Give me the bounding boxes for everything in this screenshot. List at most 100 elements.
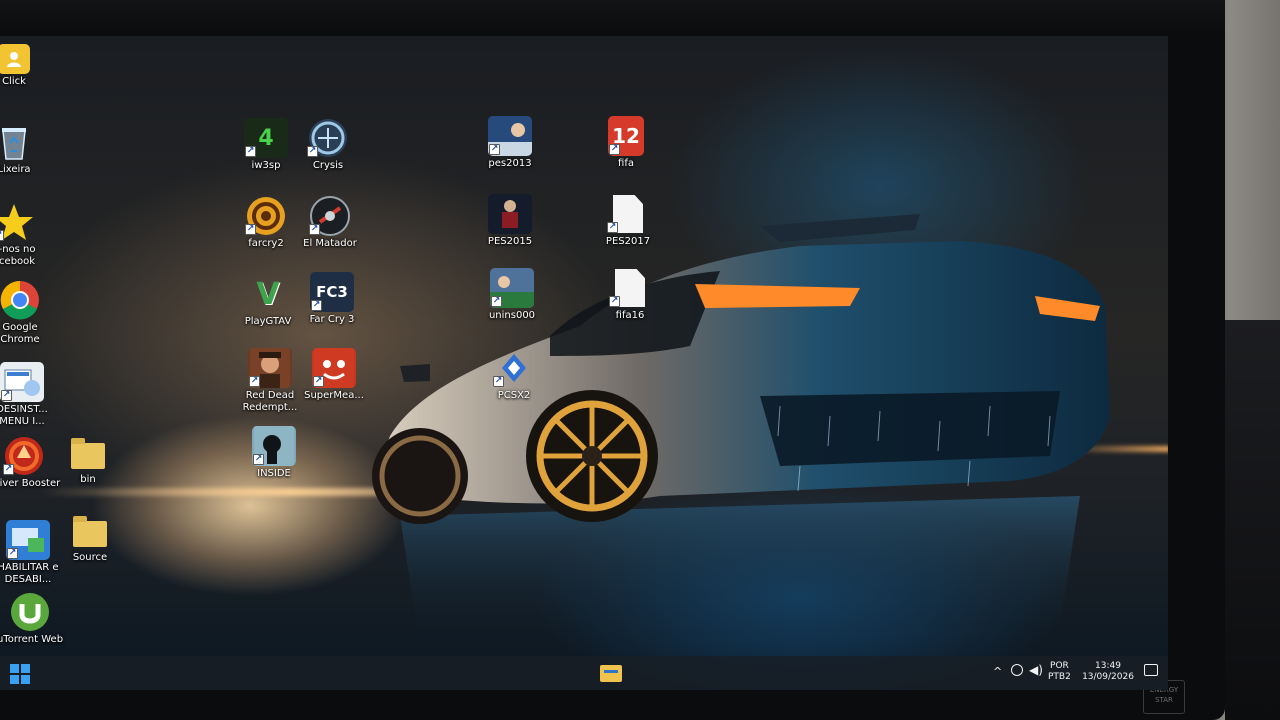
input-language-indicator[interactable]: POR PTB2 — [1048, 661, 1071, 683]
shortcut-arrow-icon: ↗ — [311, 300, 322, 311]
desktop-icon-label: pes2013 — [488, 158, 532, 169]
desktop-icon-label: uTorrent Web — [0, 634, 64, 645]
shortcut-arrow-icon: ↗ — [491, 296, 502, 307]
windows-logo-icon — [10, 664, 19, 673]
blank-file-icon: ↗ — [608, 268, 652, 308]
super-meat-boy-icon: ↗ — [312, 348, 356, 388]
el-matador-icon: ↗ — [308, 196, 352, 236]
desktop-icon-label: Click — [2, 76, 26, 87]
pes2015-icon — [488, 194, 532, 234]
clock[interactable]: 13:49 13/09/2026 — [1078, 661, 1138, 683]
desktop-screen: Click Lixeira ↗ a-nos no acebook Google … — [0, 36, 1168, 690]
uninstall-menu-icon: ↗ — [0, 362, 44, 402]
desktop-icon-fifa[interactable]: 12 ↗ fifa — [588, 116, 664, 170]
desktop-icon-label: unins000 — [488, 310, 536, 321]
shortcut-arrow-icon: ↗ — [1, 390, 12, 401]
shortcut-arrow-icon: ↗ — [245, 224, 256, 235]
desktop-icon-pes2017[interactable]: ↗ PES2017 — [590, 194, 666, 248]
desktop-icon-label: El Matador — [303, 238, 357, 249]
pes2013-icon: ↗ — [488, 116, 532, 156]
clock-date: 13/09/2026 — [1082, 672, 1134, 682]
inside-icon: ↗ — [252, 426, 296, 466]
folder-icon — [68, 510, 112, 550]
desktop-icon-pes2015[interactable]: PES2015 — [472, 194, 548, 248]
desktop-icon-desinstalar-menu[interactable]: ↗ DESINST... MENU I... — [0, 362, 60, 428]
network-globe-icon[interactable] — [1011, 664, 1023, 676]
desktop-icon-super-meat-boy[interactable]: ↗ SuperMea... — [296, 348, 372, 402]
desktop-icon-facebook-link[interactable]: ↗ a-nos no acebook — [0, 202, 52, 268]
desktop-icon-label: PCSX2 — [497, 390, 531, 401]
volume-icon[interactable]: ◀) — [1029, 663, 1043, 677]
desktop-icon-label: PES2017 — [605, 236, 651, 247]
shortcut-arrow-icon: ↗ — [3, 464, 14, 475]
desktop-icon-pes2013[interactable]: ↗ pes2013 — [472, 116, 548, 170]
enable-disable-icon: ↗ — [6, 520, 50, 560]
taskbar: ^ ◀) POR PTB2 13:49 13/09/2026 — [0, 656, 1168, 690]
desktop-icon-click[interactable]: Click — [0, 44, 52, 88]
desktop-icon-el-matador[interactable]: ↗ El Matador — [292, 196, 368, 250]
desktop-icon-fifa16[interactable]: ↗ fifa16 — [592, 268, 668, 322]
desktop-icon-bin[interactable]: bin — [50, 432, 126, 486]
farcry2-icon: ↗ — [244, 196, 288, 236]
user-folder-icon — [0, 44, 30, 74]
desktop-icon-label: a-nos no acebook — [0, 244, 36, 267]
desktop-icon-source[interactable]: Source — [52, 510, 128, 564]
crysis-icon: ↗ — [306, 118, 350, 158]
file-explorer-taskbar-icon[interactable] — [600, 665, 622, 682]
shortcut-arrow-icon: ↗ — [607, 222, 618, 233]
uninstaller-icon: ↗ — [490, 268, 534, 308]
desktop-icon-inside[interactable]: ↗ INSIDE — [236, 426, 312, 480]
cod4-icon: 4 ↗ — [244, 118, 288, 158]
desktop-icon-label: fifa — [618, 158, 634, 169]
desktop-icon-lixeira[interactable]: Lixeira — [0, 122, 52, 176]
recycle-bin-icon — [0, 122, 29, 162]
desktop-icon-pcsx2[interactable]: ↗ PCSX2 — [476, 348, 552, 402]
desktop-icon-label: Google Chrome — [0, 322, 40, 345]
desktop-icon-label: PES2015 — [487, 236, 533, 247]
desktop-icon-crysis[interactable]: ↗ Crysis — [290, 118, 366, 172]
monitor-bezel-top — [0, 0, 1225, 34]
desktop-icon-utorrent-web[interactable]: uTorrent Web — [0, 592, 68, 646]
desktop-icon-label: Source — [72, 552, 108, 563]
desktop-icon-label: bin — [80, 474, 96, 485]
folder-icon — [66, 432, 110, 472]
shortcut-arrow-icon: ↗ — [245, 146, 256, 157]
shortcut-arrow-icon: ↗ — [249, 376, 260, 387]
utorrent-icon — [8, 592, 52, 632]
desktop-icon-label: fifa16 — [615, 310, 645, 321]
language-code: POR — [1050, 661, 1069, 671]
desktop-icon-label: Lixeira — [0, 164, 31, 175]
driver-booster-icon: ↗ — [2, 436, 46, 476]
desktop-icon-label: HABILITAR e DESABI... — [0, 562, 59, 585]
desktop-icon-label: Crysis — [312, 160, 344, 171]
shortcut-arrow-icon: ↗ — [489, 144, 500, 155]
shortcut-arrow-icon: ↗ — [609, 144, 620, 155]
blank-file-icon: ↗ — [606, 194, 650, 234]
desktop-icon-label: INSIDE — [257, 468, 291, 479]
gta-v-icon: V — [256, 276, 280, 312]
desktop-icon-label: Far Cry 3 — [309, 314, 355, 325]
star-icon: ↗ — [0, 202, 36, 242]
shortcut-arrow-icon: ↗ — [609, 296, 620, 307]
desktop-icon-label: DESINST... MENU I... — [0, 404, 48, 427]
desktop-icon-label: SuperMea... — [304, 390, 364, 401]
chevron-up-icon[interactable]: ^ — [993, 665, 1002, 678]
desktop-icon-unins000[interactable]: ↗ unins000 — [474, 268, 550, 322]
chrome-icon — [0, 280, 42, 320]
clock-time: 13:49 — [1095, 661, 1121, 671]
start-button[interactable] — [10, 664, 30, 684]
shortcut-arrow-icon: ↗ — [313, 376, 324, 387]
shortcut-arrow-icon: ↗ — [307, 146, 318, 157]
pcsx2-icon: ↗ — [492, 348, 536, 388]
red-dead-icon: ↗ — [248, 348, 292, 388]
shortcut-arrow-icon: ↗ — [493, 376, 504, 387]
shortcut-arrow-icon: ↗ — [7, 548, 18, 559]
monitor-stand — [1225, 320, 1280, 720]
shortcut-arrow-icon: ↗ — [309, 224, 320, 235]
shortcut-arrow-icon: ↗ — [0, 230, 4, 241]
keyboard-layout: PTB2 — [1048, 672, 1071, 682]
notification-icon[interactable] — [1144, 664, 1158, 676]
shortcut-arrow-icon: ↗ — [253, 454, 264, 465]
desktop-icon-far-cry-3[interactable]: FC3 ↗ Far Cry 3 — [294, 272, 370, 326]
desktop-icon-google-chrome[interactable]: Google Chrome — [0, 280, 58, 346]
